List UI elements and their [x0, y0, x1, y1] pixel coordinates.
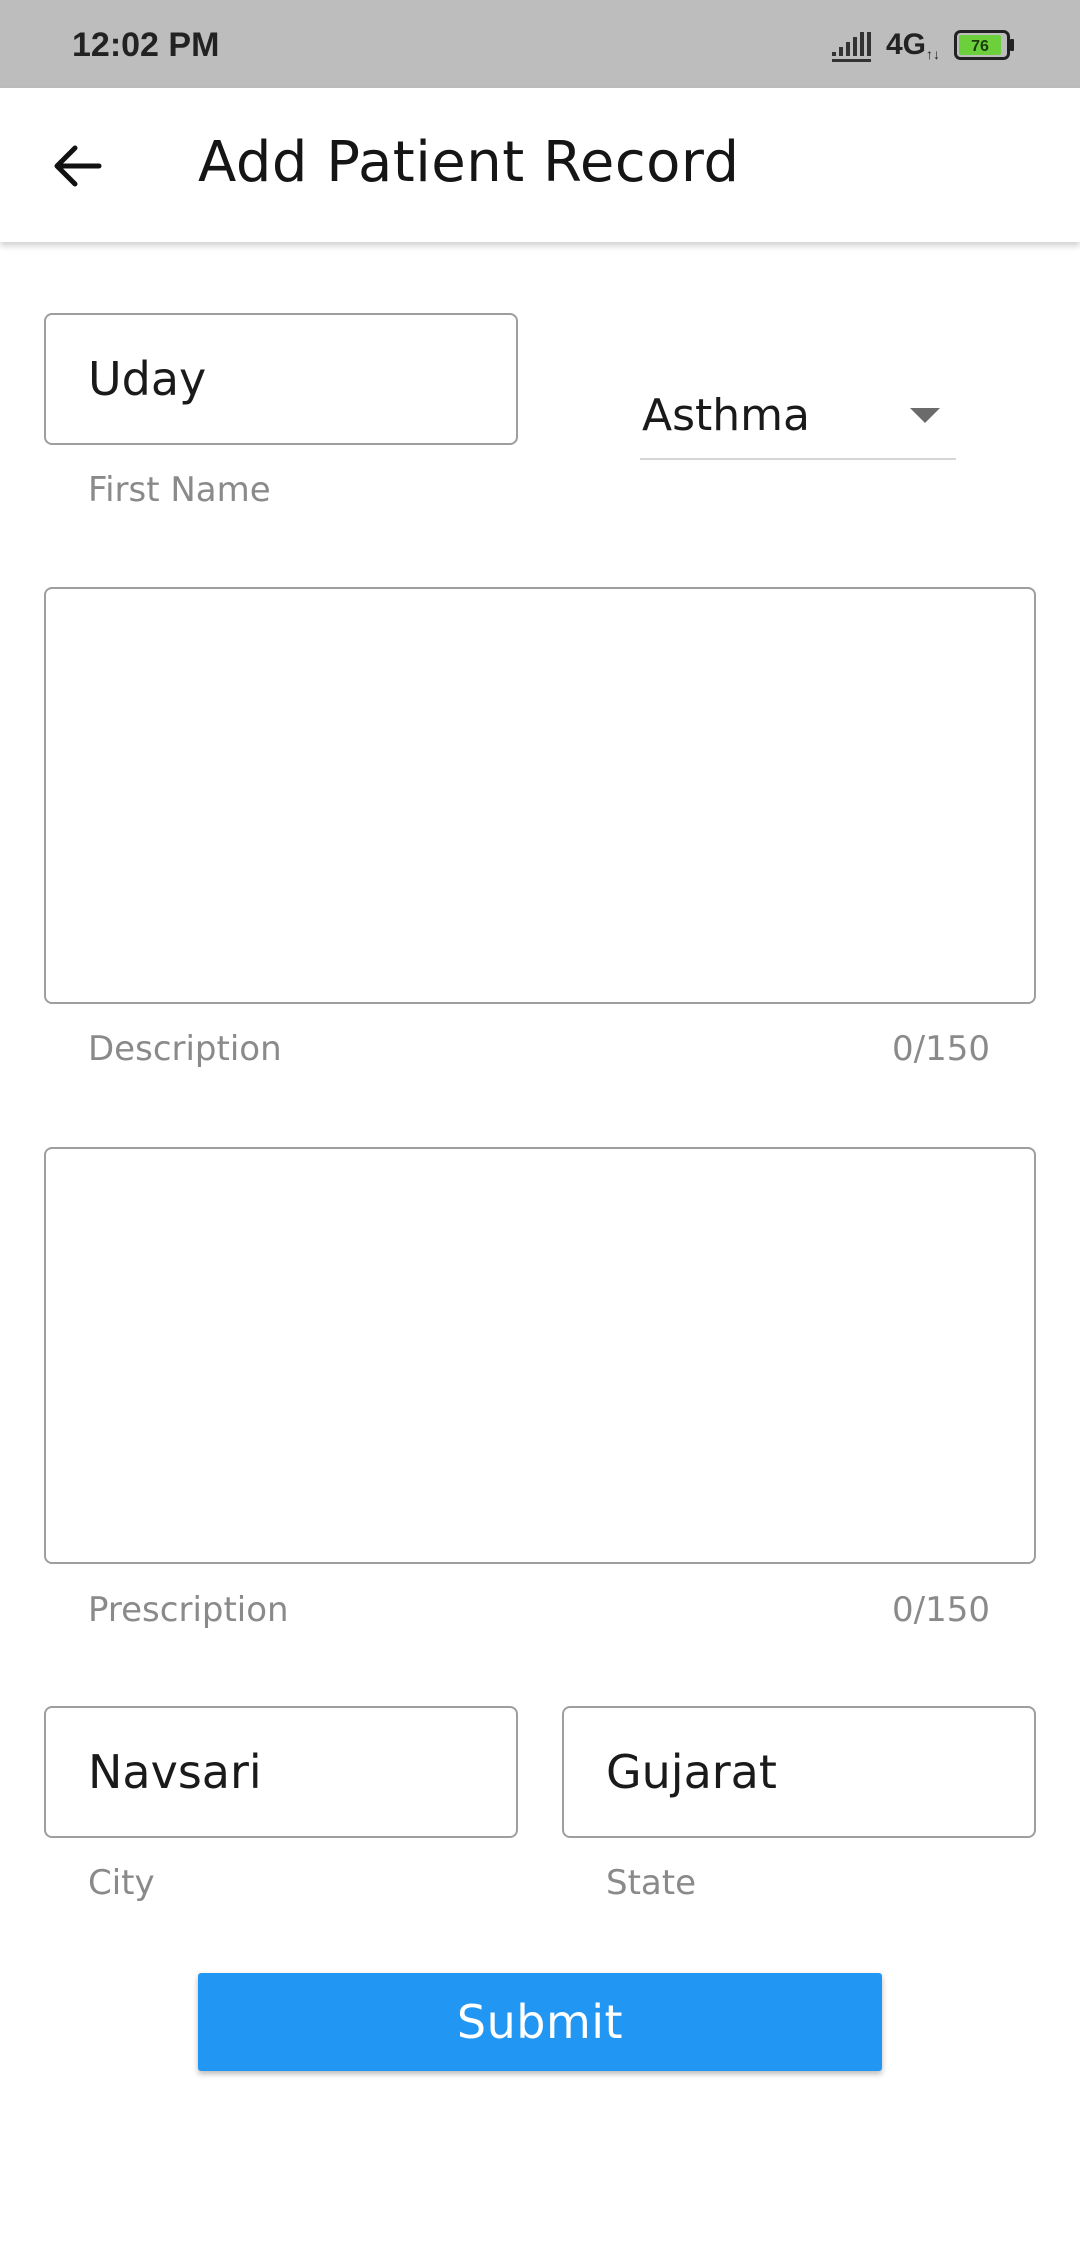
back-button[interactable] [36, 124, 120, 208]
state-value: Gujarat [606, 1745, 777, 1799]
first-name-value: Uday [88, 352, 207, 406]
first-name-field[interactable]: Uday [44, 313, 518, 445]
status-bar: 12:02 PM 4G↑↓ 76 [0, 0, 1080, 88]
dropdown-arrow-icon [910, 408, 940, 423]
city-field[interactable]: Navsari [44, 1706, 518, 1838]
submit-label: Submit [456, 1995, 624, 2049]
network-type: 4G↑↓ [886, 28, 941, 62]
prescription-field[interactable] [44, 1147, 1036, 1564]
description-label: Description [88, 1029, 282, 1069]
state-field[interactable]: Gujarat [562, 1706, 1036, 1838]
signal-icon [832, 32, 871, 62]
prescription-counter: 0/150 [892, 1590, 990, 1630]
status-time: 12:02 PM [72, 26, 220, 64]
city-value: Navsari [88, 1745, 262, 1799]
description-counter: 0/150 [892, 1029, 990, 1069]
submit-button[interactable]: Submit [198, 1973, 882, 2071]
arrow-left-icon [54, 145, 102, 187]
battery-icon: 76 [954, 30, 1014, 60]
first-name-label: First Name [88, 470, 271, 510]
disease-dropdown-value: Asthma [642, 390, 810, 441]
city-label: City [88, 1863, 155, 1903]
disease-dropdown[interactable]: Asthma [640, 378, 956, 460]
prescription-label: Prescription [88, 1590, 289, 1630]
state-label: State [606, 1863, 696, 1903]
battery-level: 76 [971, 38, 989, 55]
app-bar: Add Patient Record [0, 88, 1080, 242]
page-title: Add Patient Record [198, 130, 740, 195]
description-field[interactable] [44, 587, 1036, 1004]
